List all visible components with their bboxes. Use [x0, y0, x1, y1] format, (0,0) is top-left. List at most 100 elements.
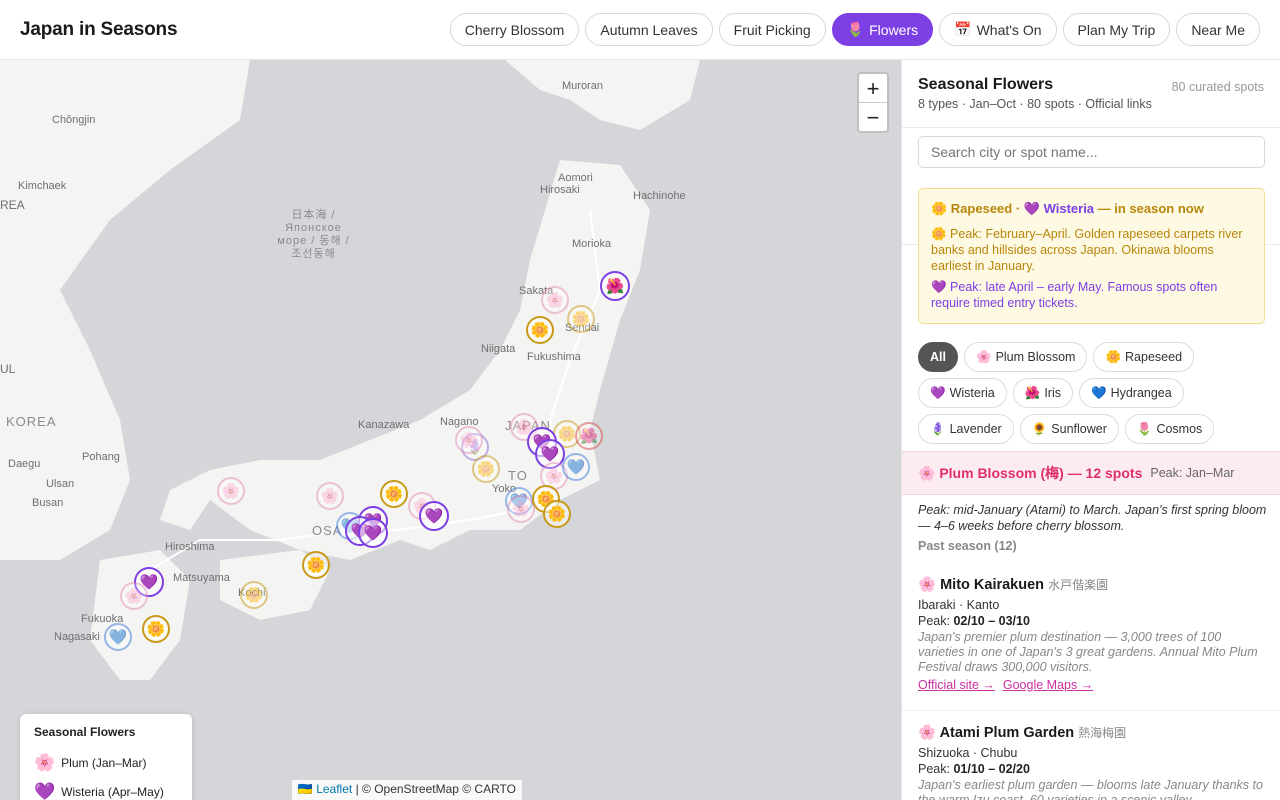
google-maps-link[interactable]: Google Maps →	[1003, 678, 1093, 692]
chip-label: Cosmos	[1156, 422, 1203, 436]
nav-label: Plan My Trip	[1077, 21, 1156, 38]
top-bar: Japan in Seasons Cherry Blossom Autumn Le…	[0, 0, 1280, 60]
filter-chip-all[interactable]: All	[918, 342, 958, 372]
flower-marker-rapeseed[interactable]: 🌼	[472, 455, 500, 483]
plum-icon: 🌸	[918, 577, 937, 593]
map-label: REA	[0, 198, 25, 212]
flower-marker-rapeseed[interactable]: 🌼	[567, 305, 595, 333]
nav-flowers[interactable]: 🌷 Flowers	[831, 13, 934, 46]
filter-chip-plum-blossom[interactable]: 🌸 Plum Blossom	[963, 342, 1088, 372]
tulip-icon: 🌷	[846, 21, 865, 37]
section-header-plum: 🌸 Plum Blossom (梅) — 12 spots Peak: Jan–…	[902, 451, 1280, 495]
flower-marker-plum[interactable]: 🌸	[316, 482, 344, 510]
spot-peak: Peak: 02/10 – 03/10	[918, 614, 1268, 628]
cosmos-icon: 🌷	[1136, 421, 1153, 436]
flower-marker-plum[interactable]: 🌸	[217, 477, 245, 505]
filter-chip-iris[interactable]: 🌺 Iris	[1012, 378, 1073, 408]
in-season-alert: 🌼 Rapeseed · 💜 Wisteria — in season now …	[918, 188, 1265, 324]
iris-icon: 🌺	[1024, 385, 1041, 400]
sidebar-subtitle: 8 types · Jan–Oct · 80 spots · Official …	[918, 97, 1152, 111]
map-label: TO	[508, 468, 528, 483]
map-basemap	[0, 60, 700, 680]
spot-card[interactable]: 🌸 Atami Plum Garden 熱海梅園 Shizuoka · Chub…	[918, 724, 1268, 800]
map-label: Morioka	[572, 238, 612, 250]
flower-marker-hydrangea[interactable]: 💙	[104, 623, 132, 651]
map-label: Busan	[32, 497, 64, 509]
flower-marker-wisteria[interactable]: 💜	[419, 501, 449, 531]
spot-peak-dates: 02/10 – 03/10	[953, 614, 1030, 628]
flower-marker-rapeseed[interactable]: 🌼	[526, 316, 554, 344]
map-label-sea: 日本海 / Японское море / 동해 / 조선동해	[277, 209, 350, 260]
zoom-in-button[interactable]: +	[859, 74, 887, 103]
flag-icon: 🇺🇦	[297, 782, 313, 796]
app-title: Japan in Seasons	[20, 19, 178, 40]
nav-plan-my-trip[interactable]: Plan My Trip	[1062, 13, 1171, 46]
filter-chip-lavender[interactable]: 🪻 Lavender	[918, 414, 1014, 444]
map-label: Daegu	[8, 458, 41, 470]
map-label: Fukushima	[527, 351, 581, 363]
sidebar-header: Seasonal Flowers 8 types · Jan–Oct · 80 …	[902, 60, 1280, 128]
flower-marker-plum[interactable]: 🌸	[507, 495, 535, 523]
flower-filter-chips: All 🌸 Plum Blossom 🌼 Rapeseed 💜 Wisteria 🌺 Iris 💙…	[918, 342, 1268, 444]
map-label: Niigata	[481, 343, 516, 355]
map-label: Nagasaki	[54, 631, 100, 643]
nav-fruit-picking[interactable]: Fruit Picking	[718, 13, 826, 46]
official-site-link[interactable]: Official site →	[918, 678, 995, 692]
map-label: Hirosaki	[540, 184, 580, 196]
flower-marker-rapeseed[interactable]: 🌼	[543, 500, 571, 528]
nav-label: Fruit Picking	[733, 21, 811, 38]
search-input[interactable]	[918, 136, 1265, 168]
filter-chip-sunflower[interactable]: 🌻 Sunflower	[1019, 414, 1119, 444]
flower-marker-wisteria[interactable]: 💜	[358, 518, 388, 548]
spot-description: Japan's premier plum destination — 3,000…	[918, 630, 1258, 674]
nav-autumn-leaves[interactable]: Autumn Leaves	[585, 13, 713, 46]
legend-icon: 💜	[34, 781, 56, 800]
divider	[902, 710, 1280, 711]
flower-marker-rapeseed[interactable]: 🌼	[380, 480, 408, 508]
spot-jp-name: 熱海梅園	[1078, 726, 1127, 740]
plum-blossom-icon: 🌸	[975, 349, 992, 364]
section-description: Peak: mid-January (Atami) to March. Japa…	[918, 503, 1267, 533]
nav-label: Autumn Leaves	[600, 21, 698, 38]
spot-card[interactable]: 🌸 Mito Kairakuen 水戸偕楽園 Ibaraki · Kanto P…	[918, 576, 1268, 692]
legend-icon: 🌸	[34, 752, 56, 772]
sidebar: Seasonal Flowers 8 types · Jan–Oct · 80 …	[901, 60, 1280, 800]
nav-near-me[interactable]: Near Me	[1176, 13, 1260, 46]
spot-count: 80 curated spots	[1171, 80, 1264, 94]
map-label: Matsuyama	[173, 572, 230, 584]
spot-peak-label: Peak:	[918, 614, 950, 628]
filter-chip-cosmos[interactable]: 🌷 Cosmos	[1124, 414, 1215, 444]
chip-label: All	[930, 350, 946, 364]
alert-wisteria-text: 💜 Peak: late April – early May. Famous s…	[931, 280, 1218, 310]
map-label: Kanazawa	[358, 419, 410, 431]
flower-marker-plum[interactable]: 🌸	[541, 286, 569, 314]
nav-cherry-blossom[interactable]: Cherry Blossom	[449, 13, 580, 46]
map[interactable]: Chŏngjin Kimchaek REA UL KOREA Daegu Poh…	[0, 60, 901, 800]
map-label: Hiroshima	[165, 541, 215, 553]
flower-marker-rapeseed[interactable]: 🌼	[240, 581, 268, 609]
flower-marker-iris[interactable]: 🌺	[600, 271, 630, 301]
flower-marker-rapeseed[interactable]: 🌼	[142, 615, 170, 643]
alert-heading: 🌼 Rapeseed · 💜 Wisteria — in season now	[931, 201, 1252, 217]
filter-chip-hydrangea[interactable]: 💙 Hydrangea	[1078, 378, 1184, 408]
leaflet-link[interactable]: Leaflet	[316, 782, 352, 796]
section-peak: Peak: Jan–Mar	[1150, 466, 1235, 480]
alert-sep: ·	[1012, 201, 1024, 216]
filter-chip-rapeseed[interactable]: 🌼 Rapeseed	[1093, 342, 1195, 372]
zoom-out-button[interactable]: −	[859, 103, 887, 132]
nav-label: Near Me	[1191, 21, 1245, 38]
flower-marker-plum[interactable]: 🌸	[455, 426, 483, 454]
flower-marker-iris[interactable]: 🌺	[575, 422, 603, 450]
flower-marker-plum[interactable]: 🌸	[120, 582, 148, 610]
flower-marker-hydrangea[interactable]: 💙	[562, 453, 590, 481]
calendar-icon: 📅	[954, 21, 972, 37]
flower-marker-rapeseed[interactable]: 🌼	[302, 551, 330, 579]
wisteria-icon: 💜	[930, 385, 946, 400]
filter-chip-wisteria[interactable]: 💜 Wisteria	[918, 378, 1007, 408]
map-label: Kimchaek	[18, 180, 67, 192]
nav-label: What's On	[976, 21, 1042, 38]
nav-what-s-on[interactable]: 📅 What's On	[939, 13, 1057, 46]
spot-peak-dates: 01/10 – 02/20	[953, 762, 1030, 776]
past-season-label: Past season (12)	[918, 539, 1017, 553]
spot-title: Mito Kairakuen	[940, 577, 1045, 593]
